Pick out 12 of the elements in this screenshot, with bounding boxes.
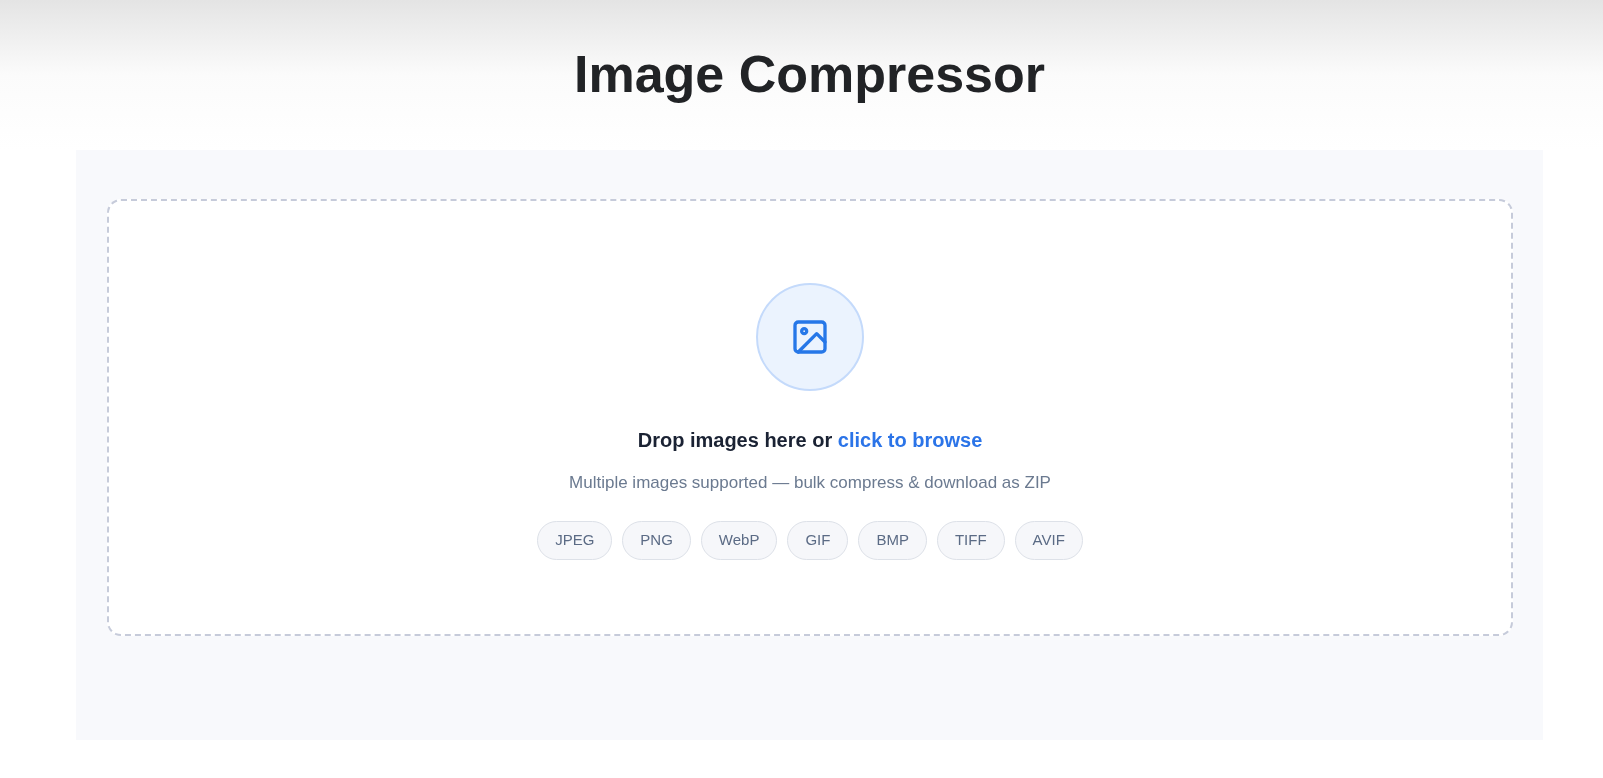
format-tag: WebP <box>700 521 778 560</box>
format-tag: TIFF <box>936 521 1005 560</box>
support-note: Multiple images supported — bulk compress & download as ZIP <box>569 472 1051 494</box>
format-tag: GIF <box>787 521 849 560</box>
drop-zone[interactable]: Drop images here or click to browse Multiple images supported — bulk compress & download as ZIP JPEG PNG WebP GIF BMP TIFF AVIF <box>107 199 1513 636</box>
format-tag: BMP <box>858 521 927 560</box>
format-tag: AVIF <box>1014 521 1083 560</box>
format-tag: PNG <box>622 521 691 560</box>
page-title: Image Compressor <box>573 44 1045 104</box>
format-tag: JPEG <box>537 521 613 560</box>
browse-link[interactable]: click to browse <box>837 429 983 451</box>
drop-prompt: Drop images here or click to browse <box>637 428 983 453</box>
